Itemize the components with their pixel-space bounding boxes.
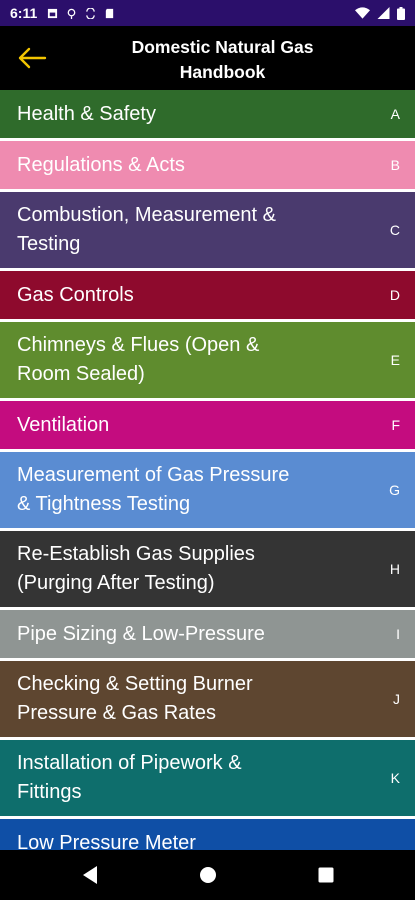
section-label: Health & Safety	[17, 102, 156, 125]
section-letter: K	[390, 770, 400, 786]
section-label: Checking & Setting Burner Pressure & Gas…	[17, 673, 253, 724]
photo-icon	[48, 8, 58, 18]
section-letter: I	[396, 626, 400, 642]
nav-home-button[interactable]	[197, 864, 219, 886]
section-letter: H	[389, 561, 400, 577]
section-row-combustion[interactable]: Combustion, Measurement & Testing C	[0, 192, 415, 271]
section-letter: B	[390, 157, 400, 173]
page-title: Domestic Natural Gas Handbook	[131, 37, 314, 82]
section-row-gas-controls[interactable]: Gas Controls D	[0, 271, 415, 322]
section-label: Low Pressure Meter	[17, 831, 196, 851]
back-button[interactable]	[14, 40, 50, 76]
section-row-low-pressure-meter[interactable]: Low Pressure Meter	[0, 819, 415, 850]
section-label: Measurement of Gas Pressure & Tightness …	[17, 464, 290, 515]
section-letter: C	[389, 222, 400, 238]
nav-back-button[interactable]	[79, 864, 101, 886]
section-letter: J	[393, 691, 400, 707]
section-row-ventilation[interactable]: Ventilation F	[0, 401, 415, 452]
signal-icon	[377, 7, 390, 19]
section-row-regulations-acts[interactable]: Regulations & Acts B	[0, 141, 415, 192]
back-icon	[82, 866, 97, 884]
section-label: Chimneys & Flues (Open & Room Sealed)	[17, 334, 260, 385]
sync-icon	[86, 7, 96, 19]
home-icon	[199, 867, 216, 883]
location-icon	[67, 8, 76, 19]
section-row-burner-pressure[interactable]: Checking & Setting Burner Pressure & Gas…	[0, 661, 415, 740]
section-letter: G	[389, 482, 400, 498]
section-row-health-safety[interactable]: Health & Safety A	[0, 90, 415, 141]
section-letter: D	[389, 287, 400, 303]
navigation-bar	[0, 850, 415, 900]
section-label: Re-Establish Gas Supplies (Purging After…	[17, 543, 255, 594]
arrow-left-icon	[18, 47, 47, 69]
section-label: Ventilation	[17, 413, 110, 436]
section-letter: A	[390, 106, 400, 122]
section-label: Pipe Sizing & Low-Pressure	[17, 622, 265, 645]
status-bar: 6:11	[0, 0, 415, 26]
section-row-pipework-fittings[interactable]: Installation of Pipework & Fittings K	[0, 740, 415, 819]
app-bar: Domestic Natural Gas Handbook	[0, 26, 415, 90]
section-list[interactable]: Health & Safety A Regulations & Acts B C…	[0, 90, 415, 850]
section-row-pipe-sizing[interactable]: Pipe Sizing & Low-Pressure I	[0, 610, 415, 661]
section-label: Installation of Pipework & Fittings	[17, 752, 242, 803]
battery-icon	[397, 6, 405, 20]
wifi-icon	[355, 7, 370, 19]
status-time: 6:11	[10, 5, 38, 21]
section-letter: E	[390, 352, 400, 368]
section-row-re-establish-supplies[interactable]: Re-Establish Gas Supplies (Purging After…	[0, 531, 415, 610]
section-letter: F	[391, 417, 400, 433]
recents-icon	[318, 867, 333, 883]
nav-recents-button[interactable]	[315, 864, 337, 886]
section-row-gas-pressure[interactable]: Measurement of Gas Pressure & Tightness …	[0, 452, 415, 531]
section-label: Combustion, Measurement & Testing	[17, 204, 277, 255]
sd-card-icon	[106, 8, 114, 18]
section-label: Regulations & Acts	[17, 153, 185, 176]
section-row-chimneys-flues[interactable]: Chimneys & Flues (Open & Room Sealed) E	[0, 322, 415, 401]
section-label: Gas Controls	[17, 283, 134, 306]
